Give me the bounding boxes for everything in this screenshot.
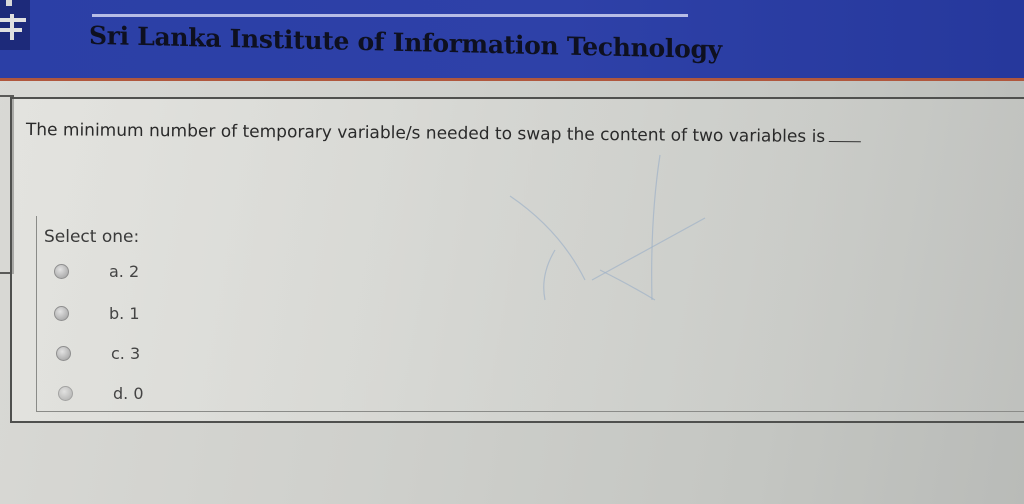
radio-button-icon[interactable] bbox=[54, 264, 69, 279]
option-label: c. 3 bbox=[111, 344, 141, 363]
option-d[interactable]: d. 0 bbox=[58, 384, 144, 403]
page-title: Sri Lanka Institute of Information Techn… bbox=[89, 20, 722, 65]
header-top-rule bbox=[92, 14, 688, 17]
option-label: b. 1 bbox=[109, 304, 140, 323]
select-one-label: Select one: bbox=[44, 227, 140, 247]
option-a[interactable]: a. 2 bbox=[54, 262, 139, 281]
option-label: a. 2 bbox=[109, 262, 140, 281]
option-c[interactable]: c. 3 bbox=[56, 344, 140, 363]
site-header: Sri Lanka Institute of Information Techn… bbox=[0, 0, 1024, 81]
radio-button-icon[interactable] bbox=[56, 346, 71, 361]
option-b[interactable]: b. 1 bbox=[54, 304, 140, 323]
answer-block bbox=[36, 216, 1024, 412]
answer-blank bbox=[829, 141, 862, 143]
institute-logo-icon bbox=[0, 0, 30, 50]
option-label: d. 0 bbox=[113, 384, 144, 403]
radio-button-icon[interactable] bbox=[54, 306, 69, 321]
radio-button-icon[interactable] bbox=[58, 386, 73, 401]
